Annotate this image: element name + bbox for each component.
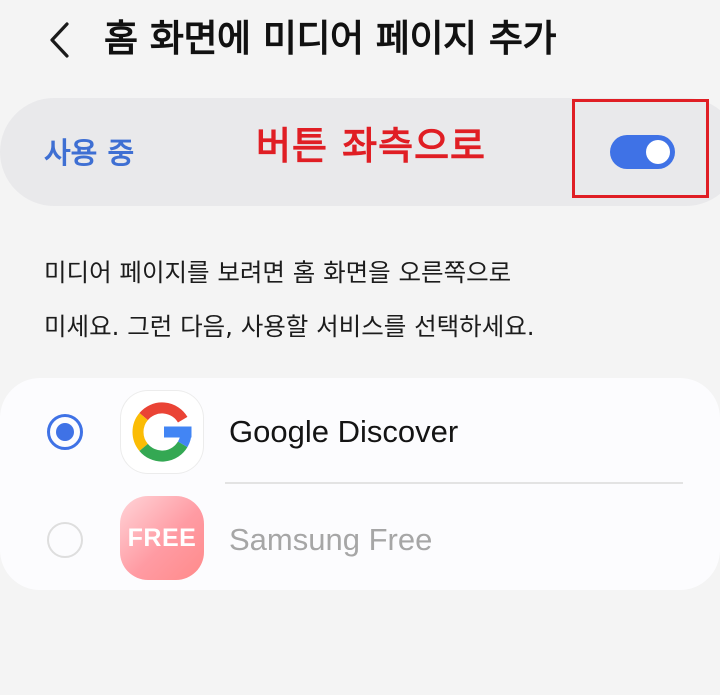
radio-google-discover[interactable]	[47, 414, 83, 450]
option-label-samsung-free: Samsung Free	[229, 522, 433, 557]
back-button[interactable]	[38, 16, 82, 64]
description-line-2: 미세요. 그런 다음, 사용할 서비스를 선택하세요.	[44, 312, 535, 341]
description-text: 미디어 페이지를 보려면 홈 화면을 오른쪽으로 미세요. 그런 다음, 사용할…	[44, 246, 684, 354]
page-title: 홈 화면에 미디어 페이지 추가	[104, 17, 557, 60]
google-logo-icon	[120, 390, 204, 474]
option-samsung-free[interactable]: FREE Samsung Free	[0, 488, 720, 588]
option-label-google-discover: Google Discover	[229, 414, 459, 449]
master-switch-label: 사용 중	[44, 136, 135, 170]
header: 홈 화면에 미디어 페이지 추가	[0, 0, 720, 82]
radio-samsung-free[interactable]	[47, 522, 83, 558]
samsung-free-icon-text: FREE	[127, 523, 197, 552]
master-toggle-switch[interactable]	[610, 135, 675, 169]
chevron-left-icon	[50, 22, 69, 58]
option-google-discover[interactable]: Google Discover	[0, 382, 720, 482]
annotation-text: 버튼 좌측으로	[256, 124, 486, 168]
toggle-knob	[646, 140, 670, 164]
description-line-1: 미디어 페이지를 보려면 홈 화면을 오른쪽으로	[44, 258, 512, 287]
samsung-free-icon: FREE	[120, 496, 204, 580]
options-divider	[225, 482, 683, 484]
